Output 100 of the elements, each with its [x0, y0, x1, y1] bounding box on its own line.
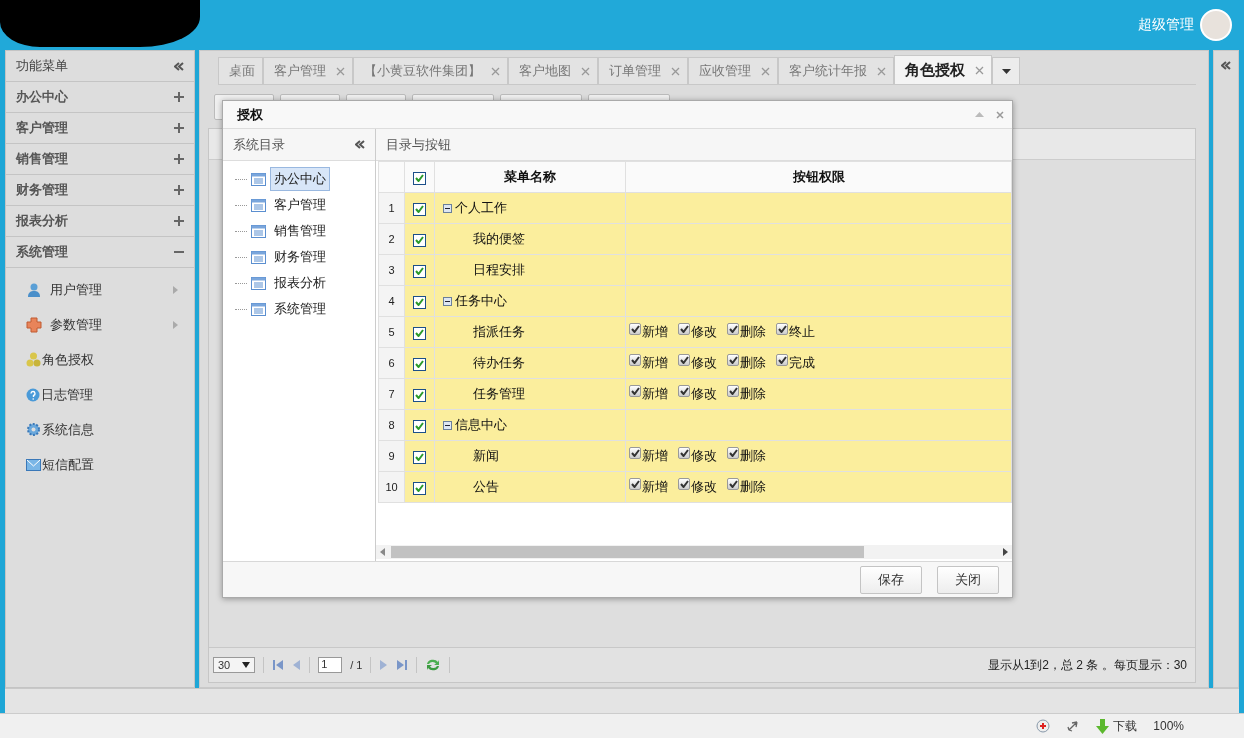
tree-node[interactable]: 办公中心 — [270, 167, 330, 191]
accordion-header[interactable]: 系统管理 — [6, 237, 194, 268]
row-number: 9 — [378, 440, 405, 472]
avatar[interactable] — [1200, 9, 1232, 41]
table-icon — [251, 224, 266, 238]
menu-name: 指派任务 — [472, 324, 525, 339]
download-button[interactable]: 下载 — [1096, 717, 1138, 735]
permission-checkbox[interactable] — [629, 478, 641, 490]
scroll-left-icon[interactable] — [380, 548, 385, 556]
menu-name: 信息中心 — [455, 416, 507, 434]
panel-title: 目录与按钮 — [386, 135, 451, 154]
permission-checkbox[interactable] — [629, 323, 641, 335]
accordion-header[interactable]: 客户管理 — [6, 113, 194, 144]
row-checkbox[interactable] — [413, 419, 426, 433]
permission-label: 新增 — [642, 323, 668, 341]
menu-item[interactable]: 系统信息 — [6, 412, 194, 447]
row-checkbox[interactable] — [413, 233, 426, 247]
menu-item[interactable]: 短信配置 — [6, 447, 194, 482]
permission-label: 删除 — [740, 478, 766, 496]
menu-item[interactable]: 参数管理 — [6, 307, 194, 342]
row-checkbox[interactable] — [413, 450, 426, 464]
collapse-icon[interactable] — [174, 61, 184, 71]
horizontal-scrollbar[interactable] — [376, 545, 1012, 559]
add-icon[interactable] — [1036, 719, 1051, 733]
collapse-icon[interactable] — [355, 140, 365, 149]
permission-checkbox[interactable] — [629, 354, 641, 366]
menu-name: 公告 — [472, 479, 499, 494]
page-number-field[interactable]: 1 — [318, 657, 343, 673]
tab[interactable]: 桌面 — [218, 57, 263, 84]
tab[interactable]: 角色授权 — [894, 55, 992, 84]
scrollbar-thumb[interactable] — [391, 546, 864, 558]
accordion-header[interactable]: 办公中心 — [6, 82, 194, 113]
row-checkbox[interactable] — [413, 481, 426, 495]
page-size-select[interactable]: 30 — [213, 657, 256, 673]
tree-node[interactable]: 报表分析 — [270, 271, 330, 295]
tree-node[interactable]: 财务管理 — [270, 245, 330, 269]
permission-checkbox[interactable] — [678, 447, 690, 459]
row-number: 3 — [378, 254, 405, 286]
menu-item[interactable]: 日志管理 — [6, 377, 194, 412]
accordion-header[interactable]: 销售管理 — [6, 144, 194, 175]
permission-checkbox[interactable] — [727, 447, 739, 459]
permission-checkbox[interactable] — [678, 385, 690, 397]
table-icon — [251, 302, 266, 316]
menu-item[interactable]: 角色授权 — [6, 342, 194, 377]
row-checkbox[interactable] — [413, 326, 426, 340]
row-number: 8 — [378, 409, 405, 441]
permission-checkbox[interactable] — [629, 447, 641, 459]
user-icon — [26, 281, 42, 298]
tree-node[interactable]: 客户管理 — [270, 193, 330, 217]
row-checkbox[interactable] — [413, 388, 426, 402]
permission-checkbox[interactable] — [678, 323, 690, 335]
permission-checkbox[interactable] — [776, 354, 788, 366]
dialog-button[interactable]: 关闭 — [937, 565, 999, 594]
row-checkbox[interactable] — [413, 264, 426, 278]
collapse-node-icon[interactable] — [443, 420, 452, 430]
select-all-checkbox[interactable] — [413, 171, 426, 185]
row-number: 5 — [378, 316, 405, 348]
menu-item[interactable]: 用户管理 — [6, 272, 194, 307]
permission-checkbox[interactable] — [678, 354, 690, 366]
panel-title: 系统目录 — [233, 135, 285, 154]
permission-label: 完成 — [789, 354, 815, 372]
dialog-title: 授权 — [237, 105, 263, 124]
plus-cross-icon — [26, 316, 42, 333]
row-checkbox[interactable] — [413, 357, 426, 371]
download-arrow-icon — [1096, 718, 1110, 734]
tab[interactable]: 订单管理 — [598, 57, 688, 84]
accordion-header[interactable]: 报表分析 — [6, 206, 194, 237]
tree-node[interactable]: 系统管理 — [270, 297, 330, 321]
permission-checkbox[interactable] — [776, 323, 788, 335]
collapse-node-icon[interactable] — [443, 296, 452, 306]
tab-menu-button[interactable] — [992, 57, 1020, 84]
permission-checkbox[interactable] — [727, 385, 739, 397]
tab[interactable]: 应收管理 — [688, 57, 778, 84]
row-checkbox[interactable] — [413, 295, 426, 309]
menu-name: 我的便签 — [472, 231, 525, 246]
permission-checkbox[interactable] — [678, 478, 690, 490]
tab[interactable]: 客户地图 — [508, 57, 598, 84]
permission-checkbox[interactable] — [727, 478, 739, 490]
permission-label: 终止 — [789, 323, 815, 341]
zoom-level[interactable]: 100% — [1153, 719, 1184, 733]
table-icon — [251, 198, 266, 212]
expand-icon[interactable] — [1221, 61, 1231, 70]
permission-checkbox[interactable] — [629, 385, 641, 397]
tab[interactable]: 客户管理 — [263, 57, 353, 84]
tab[interactable]: 【小黄豆软件集团】 — [353, 57, 508, 84]
menu-name: 待办任务 — [472, 355, 525, 370]
tab[interactable]: 客户统计年报 — [778, 57, 894, 84]
accordion-header[interactable]: 财务管理 — [6, 175, 194, 206]
close-icon[interactable] — [996, 110, 1004, 119]
collapse-node-icon[interactable] — [443, 203, 452, 213]
tree-node[interactable]: 销售管理 — [270, 219, 330, 243]
refresh-icon[interactable] — [425, 658, 442, 672]
permission-label: 删除 — [740, 354, 766, 372]
row-checkbox[interactable] — [413, 202, 426, 216]
menu-name: 任务管理 — [472, 386, 525, 401]
permission-checkbox[interactable] — [727, 323, 739, 335]
dialog-button[interactable]: 保存 — [860, 565, 922, 594]
scroll-right-icon[interactable] — [1003, 548, 1008, 556]
permission-checkbox[interactable] — [727, 354, 739, 366]
close-icon[interactable] — [975, 65, 984, 75]
